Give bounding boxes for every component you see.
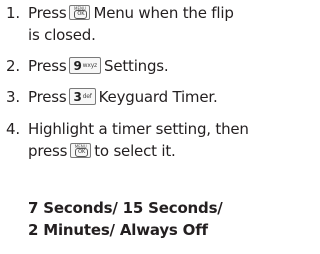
ok-key-icon: MENU OK [69,4,91,20]
step-number: 2. [6,57,20,75]
step-text: Press [28,88,67,106]
timer-options-line-1: 7 Seconds/ 15 Seconds/ [28,199,223,217]
step-4-line-2: press MENU OK to select it. [6,140,249,162]
step-3: 3. Press 3def Keyguard Timer. [6,86,218,108]
step-number: 3. [6,88,20,106]
step-1: 1. Press MENU OK Menu when the flip is close… [6,2,234,46]
step-text: Highlight a timer setting, then [28,120,249,138]
step-1-line-2: is closed. [28,26,96,44]
step-4: 4. Highlight a timer setting, then press M… [6,118,249,162]
instructions-document: 1. Press MENU OK Menu when the flip is close… [0,0,274,254]
step-4-line-1: 4. Highlight a timer setting, then [6,118,249,140]
key-3-icon: 3def [69,87,96,105]
step-text: Settings. [104,57,169,75]
step-text: Keyguard Timer. [98,88,218,106]
step-text: press [28,142,68,160]
step-2: 2. Press 9wxyz Settings. [6,55,169,77]
step-text: Press [28,4,67,22]
step-text: to select it. [94,142,176,160]
step-text: Press [28,57,67,75]
step-number: 4. [6,120,20,138]
step-text: Menu when the flip [93,4,234,22]
key-9-icon: 9wxyz [69,56,101,74]
step-number: 1. [6,4,20,22]
step-1-line-1: 1. Press MENU OK Menu when the flip [6,2,234,24]
timer-options: 7 Seconds/ 15 Seconds/ 2 Minutes/ Always… [28,197,223,241]
ok-key-icon: MENU OK [70,142,92,158]
timer-options-line-2: 2 Minutes/ Always Off [28,221,208,239]
